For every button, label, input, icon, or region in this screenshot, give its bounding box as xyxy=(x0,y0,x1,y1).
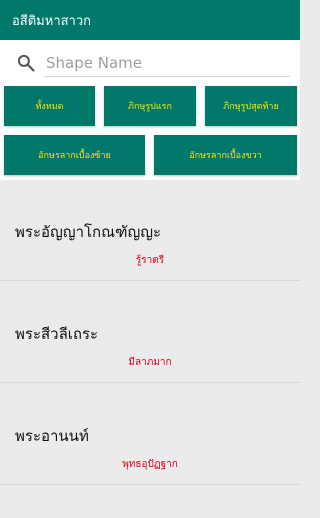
disciple-title: รู้ราตรี xyxy=(135,255,165,266)
disciple-name: พระอัญญาโกณฑัญญะ xyxy=(15,223,162,241)
filter-left-chars-button[interactable]: อักษรลากเบื้องซ้าย xyxy=(4,135,145,175)
disciple-name: พระสีวลีเถระ xyxy=(15,325,99,343)
filter-all-button[interactable]: ทั้งหมด xyxy=(4,86,95,126)
filter-right-chars-button[interactable]: อักษรลากเบื้องขวา xyxy=(154,135,297,175)
filter-last-monks-button[interactable]: ภิกษุรูปสุดท้าย xyxy=(205,86,297,126)
search-bar xyxy=(0,40,300,86)
filter-panel: ทั้งหมด ภิกษุรูปแรก ภิกษุรูปสุดท้าย อักษ… xyxy=(0,40,300,180)
disciple-title: มีลาภมาก xyxy=(128,357,172,368)
list-item[interactable]: พระอัญญาโกณฑัญญะ รู้ราตรี xyxy=(0,180,300,281)
list-item[interactable]: พระอานนท์ พุทธอุปัฏฐาก xyxy=(0,384,300,485)
app-bar: อสีติมหาสาวก xyxy=(0,0,300,40)
search-input[interactable] xyxy=(44,49,290,77)
app-title: อสีติมหาสาวก xyxy=(12,13,92,29)
list-item[interactable]: พระสีวลีเถระ มีลาภมาก xyxy=(0,282,300,383)
search-icon[interactable] xyxy=(16,53,36,73)
disciple-name: พระอานนท์ xyxy=(15,427,89,445)
filter-first-monks-button[interactable]: ภิกษุรูปแรก xyxy=(104,86,196,126)
disciple-title: พุทธอุปัฏฐาก xyxy=(122,459,178,470)
